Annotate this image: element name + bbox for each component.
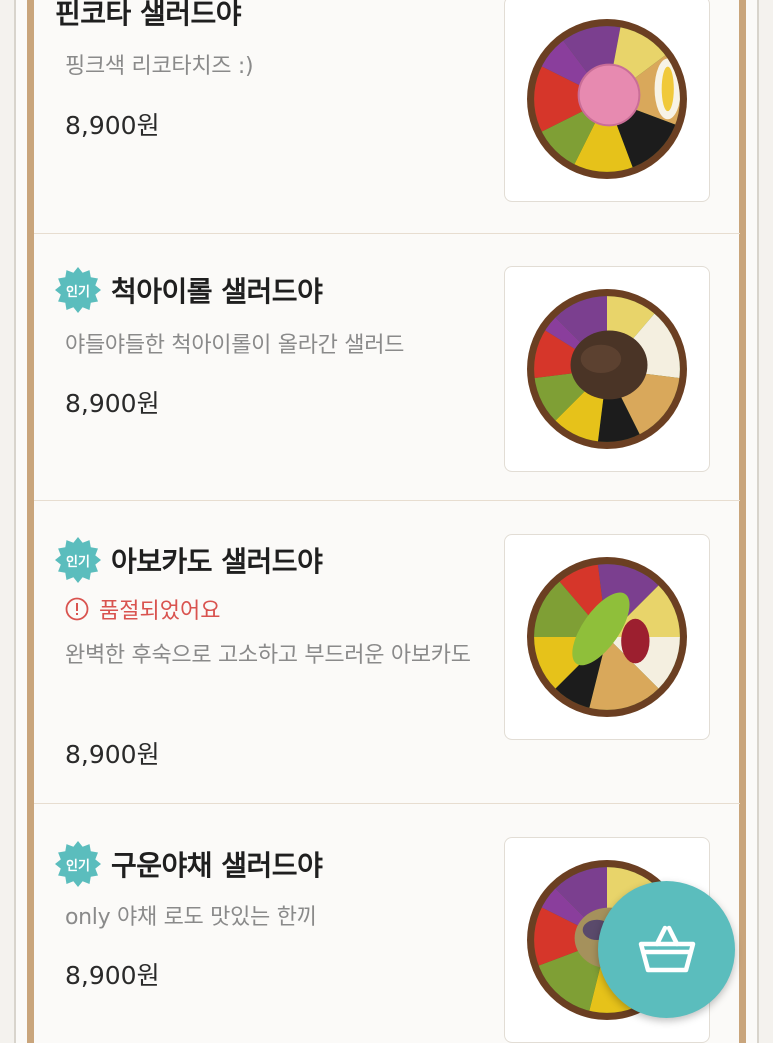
popular-badge: 인기 xyxy=(55,841,101,887)
popular-badge: 인기 xyxy=(55,267,101,313)
item-description: 야들야들한 척아이롤이 올라간 샐러드 xyxy=(65,333,405,358)
item-price: 8,900원 xyxy=(65,740,160,769)
salad-bowl-ricotta-image xyxy=(527,19,687,179)
menu-item[interactable]: 핀코타 샐러드야 핑크색 리코타치즈 :) 8,900원 xyxy=(34,0,740,233)
item-thumbnail[interactable] xyxy=(504,0,710,202)
sold-out-text: 품절되었어요 xyxy=(99,599,221,624)
sold-out-notice: 품절되었어요 xyxy=(65,593,220,625)
menu-item[interactable]: 인기 아보카도 샐러드야 품절되었어요 완벽한 후숙으로 고소하고 부드러운 아… xyxy=(34,500,740,803)
item-description: 핑크색 리코타치즈 :) xyxy=(65,54,254,79)
item-description: only 야채 로도 맛있는 한끼 xyxy=(65,905,317,930)
warning-icon xyxy=(65,597,89,621)
item-price: 8,900원 xyxy=(65,961,160,990)
basket-icon xyxy=(638,925,695,972)
salad-bowl-beef-image xyxy=(527,289,687,449)
item-name: 척아이롤 샐러드야 xyxy=(111,275,323,308)
menu-item[interactable]: 인기 척아이롤 샐러드야 야들야들한 척아이롤이 올라간 샐러드 8,900원 xyxy=(34,233,740,500)
item-price: 8,900원 xyxy=(65,111,160,140)
item-name: 구운야채 샐러드야 xyxy=(111,849,323,882)
item-description: 완벽한 후숙으로 고소하고 부드러운 아보카도 xyxy=(65,643,471,668)
menu-list: 핀코타 샐러드야 핑크색 리코타치즈 :) 8,900원 인기 척아이롤 샐러드… xyxy=(34,0,740,1043)
item-thumbnail[interactable] xyxy=(504,266,710,472)
cart-button[interactable] xyxy=(598,881,735,1018)
item-thumbnail[interactable] xyxy=(504,534,710,740)
popular-badge: 인기 xyxy=(55,537,101,583)
item-price: 8,900원 xyxy=(65,389,160,418)
salad-bowl-avocado-image xyxy=(527,557,687,717)
item-name: 핀코타 샐러드야 xyxy=(55,0,242,30)
item-name: 아보카도 샐러드야 xyxy=(111,545,323,578)
